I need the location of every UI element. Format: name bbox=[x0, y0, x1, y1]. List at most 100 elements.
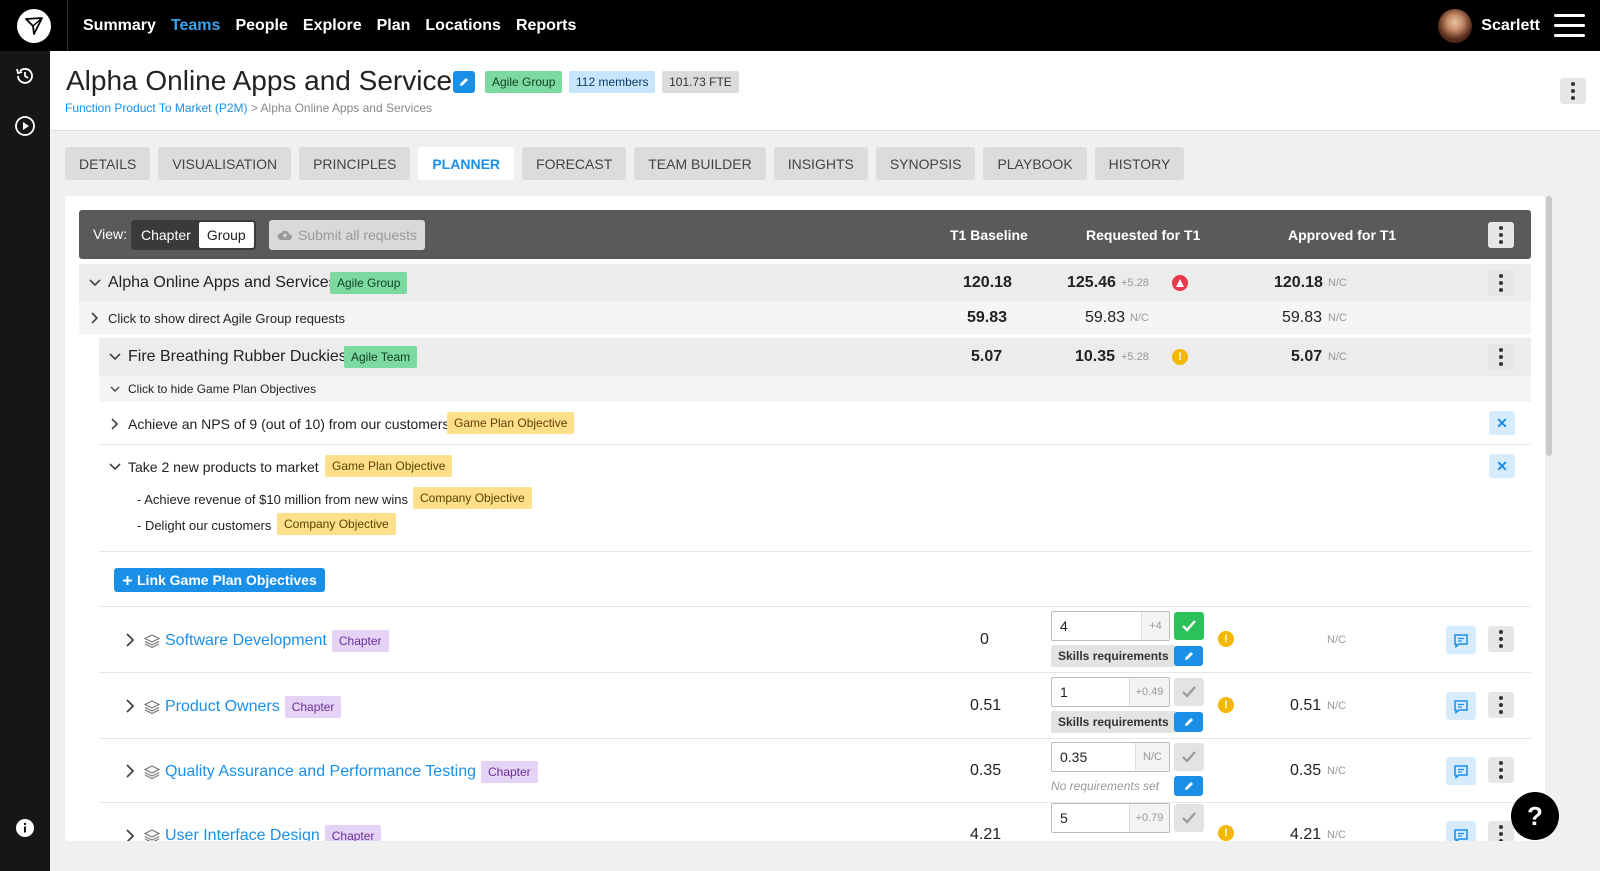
avatar[interactable] bbox=[1438, 8, 1473, 43]
chevron-right-icon[interactable] bbox=[88, 311, 102, 325]
tab-visualisation[interactable]: VISUALISATION bbox=[158, 147, 292, 180]
chevron-down-icon[interactable] bbox=[108, 382, 122, 396]
view-chapter-option[interactable]: Chapter bbox=[133, 222, 199, 248]
info-icon[interactable] bbox=[12, 815, 38, 841]
header-badges: Agile Group 112 members 101.73 FTE bbox=[485, 71, 739, 94]
direct-approved-status: N/C bbox=[1328, 312, 1347, 324]
chapter-link[interactable]: User Interface Design Chapter bbox=[144, 825, 382, 841]
approve-check-icon[interactable] bbox=[1174, 743, 1204, 771]
chevron-right-icon[interactable] bbox=[123, 764, 137, 778]
requested-delta: N/C bbox=[1135, 743, 1169, 771]
tab-principles[interactable]: PRINCIPLES bbox=[299, 147, 411, 180]
edit-title-pencil-icon[interactable] bbox=[453, 71, 475, 93]
chapter-more-options-icon[interactable] bbox=[1488, 626, 1514, 652]
tab-forecast[interactable]: FORECAST bbox=[522, 147, 627, 180]
chapter-badge: Chapter bbox=[331, 630, 389, 652]
user-name[interactable]: Scarlett bbox=[1481, 17, 1540, 35]
panel-scrollbar[interactable] bbox=[1546, 196, 1552, 456]
comment-icon[interactable] bbox=[1446, 692, 1476, 720]
chevron-down-icon[interactable] bbox=[108, 350, 122, 364]
tab-details[interactable]: DETAILS bbox=[65, 147, 151, 180]
comment-icon[interactable] bbox=[1446, 626, 1476, 654]
link-game-plan-objectives-button[interactable]: Link Game Plan Objectives bbox=[114, 568, 325, 592]
history-icon[interactable] bbox=[12, 63, 38, 89]
chevron-down-icon[interactable] bbox=[108, 460, 122, 474]
plus-icon bbox=[123, 575, 132, 585]
warning-triangle-icon bbox=[1172, 275, 1188, 291]
tab-history[interactable]: HISTORY bbox=[1094, 147, 1185, 180]
chapter-link[interactable]: Product Owners Chapter bbox=[144, 696, 342, 718]
nav-explore[interactable]: Explore bbox=[303, 17, 362, 35]
layers-icon bbox=[144, 700, 160, 715]
nav-locations[interactable]: Locations bbox=[425, 17, 501, 35]
direct-requested-status: N/C bbox=[1130, 312, 1149, 324]
submit-all-requests-button[interactable]: Submit all requests bbox=[269, 220, 426, 250]
column-header-approved: Approved for T1 bbox=[1288, 227, 1397, 243]
edit-pencil-icon[interactable] bbox=[1174, 646, 1203, 666]
chapter-row: Quality Assurance and Performance Testin… bbox=[99, 739, 1531, 803]
nav-teams[interactable]: Teams bbox=[171, 17, 221, 35]
requested-fte-input[interactable]: 0.35 N/C bbox=[1051, 742, 1170, 772]
unlink-objective-close-icon[interactable]: ✕ bbox=[1489, 411, 1515, 435]
approve-check-icon[interactable] bbox=[1174, 678, 1204, 706]
tab-team-builder[interactable]: TEAM BUILDER bbox=[634, 147, 766, 180]
group-more-options-icon[interactable] bbox=[1488, 270, 1514, 296]
chapter-approved-status: N/C bbox=[1327, 634, 1346, 646]
view-group-option[interactable]: Group bbox=[198, 222, 254, 248]
nav-plan[interactable]: Plan bbox=[377, 17, 411, 35]
play-icon[interactable] bbox=[12, 113, 38, 139]
objectives-toggle-row[interactable]: Click to hide Game Plan Objectives bbox=[99, 376, 1531, 402]
nav-people[interactable]: People bbox=[235, 17, 287, 35]
objective-text: Achieve an NPS of 9 (out of 10) from our… bbox=[128, 416, 450, 432]
breadcrumb-link[interactable]: Function Product To Market (P2M) bbox=[65, 101, 248, 115]
chevron-down-icon[interactable] bbox=[88, 276, 102, 290]
requested-fte-input[interactable]: 4 +4 bbox=[1051, 611, 1170, 641]
tab-synopsis[interactable]: SYNOPSIS bbox=[875, 147, 976, 180]
direct-requests-row[interactable]: Click to show direct Agile Group request… bbox=[79, 302, 1531, 334]
left-sidebar bbox=[0, 51, 50, 871]
chapter-link[interactable]: Software Development Chapter bbox=[144, 630, 389, 652]
app-logo[interactable] bbox=[0, 0, 68, 51]
chapter-more-options-icon[interactable] bbox=[1488, 757, 1514, 783]
company-objective-text: - Achieve revenue of $10 million from ne… bbox=[137, 492, 408, 507]
unlink-objective-close-icon[interactable]: ✕ bbox=[1489, 454, 1515, 478]
chevron-right-icon[interactable] bbox=[123, 633, 137, 647]
edit-pencil-icon[interactable] bbox=[1174, 776, 1203, 796]
skills-requirements-button[interactable]: Skills requirements bbox=[1051, 645, 1176, 667]
column-header-requested: Requested for T1 bbox=[1086, 227, 1201, 243]
tab-insights[interactable]: INSIGHTS bbox=[773, 147, 868, 180]
chapter-more-options-icon[interactable] bbox=[1488, 821, 1514, 841]
comment-icon[interactable] bbox=[1446, 821, 1476, 841]
team-approved-status: N/C bbox=[1328, 351, 1347, 363]
chevron-right-icon[interactable] bbox=[123, 699, 137, 713]
chapter-more-options-icon[interactable] bbox=[1488, 692, 1514, 718]
breadcrumb-current: Alpha Online Apps and Services bbox=[260, 101, 432, 115]
fte-badge: 101.73 FTE bbox=[662, 71, 739, 93]
company-objective-text: - Delight our customers bbox=[137, 518, 272, 533]
planner-panel: View: Chapter Group Submit all requests … bbox=[65, 196, 1545, 841]
header-more-options-icon[interactable] bbox=[1560, 78, 1586, 104]
requested-fte-input[interactable]: 1 +0.49 bbox=[1051, 677, 1170, 707]
paper-plane-icon bbox=[16, 8, 51, 43]
chapter-link[interactable]: Quality Assurance and Performance Testin… bbox=[144, 761, 538, 783]
help-button[interactable]: ? bbox=[1511, 792, 1559, 840]
chapter-baseline-value: 0 bbox=[980, 631, 989, 648]
approve-check-icon[interactable] bbox=[1174, 804, 1204, 832]
nav-summary[interactable]: Summary bbox=[83, 17, 156, 35]
chapter-name: Product Owners bbox=[165, 698, 280, 715]
comment-icon[interactable] bbox=[1446, 757, 1476, 785]
chevron-right-icon[interactable] bbox=[123, 829, 137, 841]
tab-planner[interactable]: PLANNER bbox=[418, 147, 515, 180]
hamburger-menu-icon[interactable] bbox=[1554, 14, 1585, 37]
toolbar-more-options-icon[interactable] bbox=[1488, 222, 1514, 248]
direct-baseline-value: 59.83 bbox=[967, 309, 1008, 326]
nav-reports[interactable]: Reports bbox=[516, 17, 576, 35]
team-more-options-icon[interactable] bbox=[1488, 344, 1514, 370]
chapter-baseline-value: 0.35 bbox=[970, 762, 1002, 779]
requested-fte-input[interactable]: 5 +0.79 bbox=[1051, 803, 1170, 833]
chevron-right-icon[interactable] bbox=[108, 417, 122, 431]
edit-pencil-icon[interactable] bbox=[1174, 712, 1203, 732]
approve-check-icon[interactable] bbox=[1174, 612, 1204, 640]
tab-playbook[interactable]: PLAYBOOK bbox=[983, 147, 1087, 180]
skills-requirements-button[interactable]: Skills requirements bbox=[1051, 711, 1176, 733]
